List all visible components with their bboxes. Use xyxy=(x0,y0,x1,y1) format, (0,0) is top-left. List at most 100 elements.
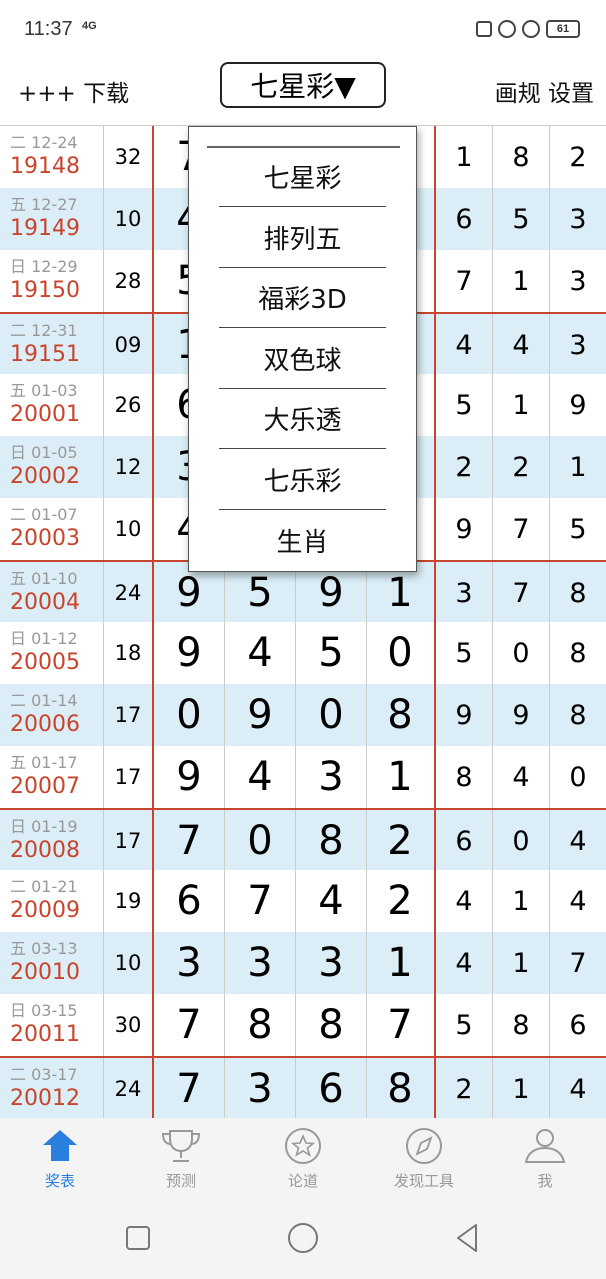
tail-digit: 0 xyxy=(493,622,550,684)
table-row[interactable]: 二 01-21 20009 19 6 7 4 2 4 1 4 xyxy=(0,870,606,932)
issue-number: 20008 xyxy=(10,838,80,863)
nav-item[interactable]: 发现工具 xyxy=(374,1126,474,1196)
home-upload-icon xyxy=(37,1126,83,1166)
draw-date: 五 01-17 xyxy=(10,753,78,772)
main-digit: 9 xyxy=(154,746,225,808)
tail-digit: 1 xyxy=(493,1058,550,1118)
sum-value: 10 xyxy=(104,932,154,994)
draw-date: 二 12-24 xyxy=(10,133,78,152)
main-digit: 6 xyxy=(154,870,225,932)
sum-value: 12 xyxy=(104,436,154,498)
nav-item[interactable]: 我 xyxy=(495,1126,595,1196)
issue-number: 20010 xyxy=(10,960,80,985)
tail-digit: 8 xyxy=(569,637,587,669)
tail-digit: 8 xyxy=(436,746,493,808)
sum-value: 30 xyxy=(104,994,154,1056)
nav-item[interactable]: 预测 xyxy=(131,1126,231,1196)
tail-digit: 1 xyxy=(436,126,493,188)
sum-value: 18 xyxy=(104,622,154,684)
tail-digit: 4 xyxy=(493,746,550,808)
main-digit: 0 xyxy=(296,684,367,746)
draw-date: 二 12-31 xyxy=(10,321,78,340)
nav-label: 论道 xyxy=(287,1172,318,1190)
nav-label: 我 xyxy=(537,1172,553,1190)
tail-digit: 9 xyxy=(493,684,550,746)
download-button[interactable]: +++ 下载 xyxy=(18,74,129,108)
sum-value: 17 xyxy=(104,684,154,746)
table-row[interactable]: 日 03-15 20011 30 7 8 8 7 5 8 6 xyxy=(0,994,606,1056)
system-nav-bar xyxy=(0,1198,606,1279)
dropdown-option[interactable]: 七乐彩 xyxy=(219,450,386,510)
dropdown-option[interactable]: 大乐透 xyxy=(219,389,386,449)
draw-date: 日 01-19 xyxy=(10,817,78,836)
bottom-nav: 奖表 预测 论道 发现工具 我 xyxy=(0,1118,606,1198)
table-row[interactable]: 二 03-17 20012 24 7 3 6 8 2 1 4 xyxy=(0,1056,606,1118)
vibrate-icon xyxy=(476,21,492,37)
lottery-selector[interactable]: 七星彩▼ xyxy=(220,62,386,108)
nav-label: 发现工具 xyxy=(393,1172,454,1190)
tail-digit: 1 xyxy=(493,870,550,932)
status-time: 11:37 xyxy=(24,18,73,40)
tail-digit: 8 xyxy=(493,994,550,1056)
main-digit: 2 xyxy=(366,810,436,872)
draw-date: 二 03-17 xyxy=(10,1065,78,1084)
main-digit: 5 xyxy=(296,622,367,684)
recent-apps-icon[interactable] xyxy=(120,1220,156,1256)
main-digit: 4 xyxy=(296,870,367,932)
draw-date-cell: 五 12-27 19149 xyxy=(0,188,104,250)
tail-digit: 9 xyxy=(569,389,587,421)
tail-digit: 0 xyxy=(569,761,587,793)
draw-date-cell: 日 03-15 20011 xyxy=(0,994,104,1056)
tail-digit: 4 xyxy=(436,314,493,376)
issue-number: 20004 xyxy=(10,590,80,615)
draw-date-cell: 二 12-24 19148 xyxy=(0,126,104,188)
table-row[interactable]: 日 01-19 20008 17 7 0 8 2 6 0 4 xyxy=(0,808,606,872)
dropdown-option[interactable]: 生肖 xyxy=(219,510,386,570)
rules-settings-button[interactable]: 画规 设置 xyxy=(495,74,594,108)
draw-date: 五 03-13 xyxy=(10,939,78,958)
draw-date-cell: 五 01-03 20001 xyxy=(0,374,104,436)
main-digit: 3 xyxy=(225,1058,296,1118)
trophy-icon xyxy=(158,1126,204,1166)
sum-value: 19 xyxy=(104,870,154,932)
nav-item[interactable]: 奖表 xyxy=(10,1126,110,1196)
table-row[interactable]: 二 01-14 20006 17 0 9 0 8 9 9 8 xyxy=(0,684,606,746)
main-digit: 8 xyxy=(225,994,296,1056)
main-digit: 4 xyxy=(225,622,296,684)
draw-date-cell: 二 01-21 20009 xyxy=(0,870,104,932)
draw-date-cell: 日 01-19 20008 xyxy=(0,810,104,872)
tail-digit: 3 xyxy=(436,562,493,624)
home-icon[interactable] xyxy=(285,1220,321,1256)
status-bar: 11:37 4G 61 xyxy=(0,0,606,62)
draw-date: 五 12-27 xyxy=(10,195,78,214)
dropdown-option[interactable]: 福彩3D xyxy=(219,268,386,328)
alarm-icon xyxy=(522,20,540,38)
sum-value: 24 xyxy=(104,562,154,624)
tail-digit: 8 xyxy=(493,126,550,188)
draw-date-cell: 五 03-13 20010 xyxy=(0,932,104,994)
sum-value: 28 xyxy=(104,250,154,312)
table-row[interactable]: 日 01-12 20005 18 9 4 5 0 5 0 8 xyxy=(0,622,606,684)
dropdown-option[interactable]: 排列五 xyxy=(219,208,386,268)
dropdown-option[interactable]: 双色球 xyxy=(219,329,386,389)
sum-value: 10 xyxy=(104,188,154,250)
draw-date: 二 01-07 xyxy=(10,505,78,524)
draw-date-cell: 二 12-31 19151 xyxy=(0,314,104,376)
main-digit: 7 xyxy=(366,994,436,1056)
draw-date: 日 01-12 xyxy=(10,629,78,648)
main-digit: 0 xyxy=(366,622,436,684)
issue-number: 20005 xyxy=(10,650,80,675)
issue-number: 20012 xyxy=(10,1086,80,1111)
tail-digit: 6 xyxy=(436,188,493,250)
issue-number: 20011 xyxy=(10,1022,80,1047)
back-icon[interactable] xyxy=(450,1220,486,1256)
nav-item[interactable]: 论道 xyxy=(253,1126,353,1196)
issue-number: 20003 xyxy=(10,526,80,551)
table-row[interactable]: 五 03-13 20010 10 3 3 3 1 4 1 7 xyxy=(0,932,606,994)
sum-value: 10 xyxy=(104,498,154,560)
dropdown-option[interactable]: 七星彩 xyxy=(219,147,386,207)
sum-value: 24 xyxy=(104,1058,154,1118)
table-row[interactable]: 五 01-17 20007 17 9 4 3 1 8 4 0 xyxy=(0,746,606,808)
tail-digit: 1 xyxy=(493,932,550,994)
tail-digit: 4 xyxy=(493,314,550,376)
